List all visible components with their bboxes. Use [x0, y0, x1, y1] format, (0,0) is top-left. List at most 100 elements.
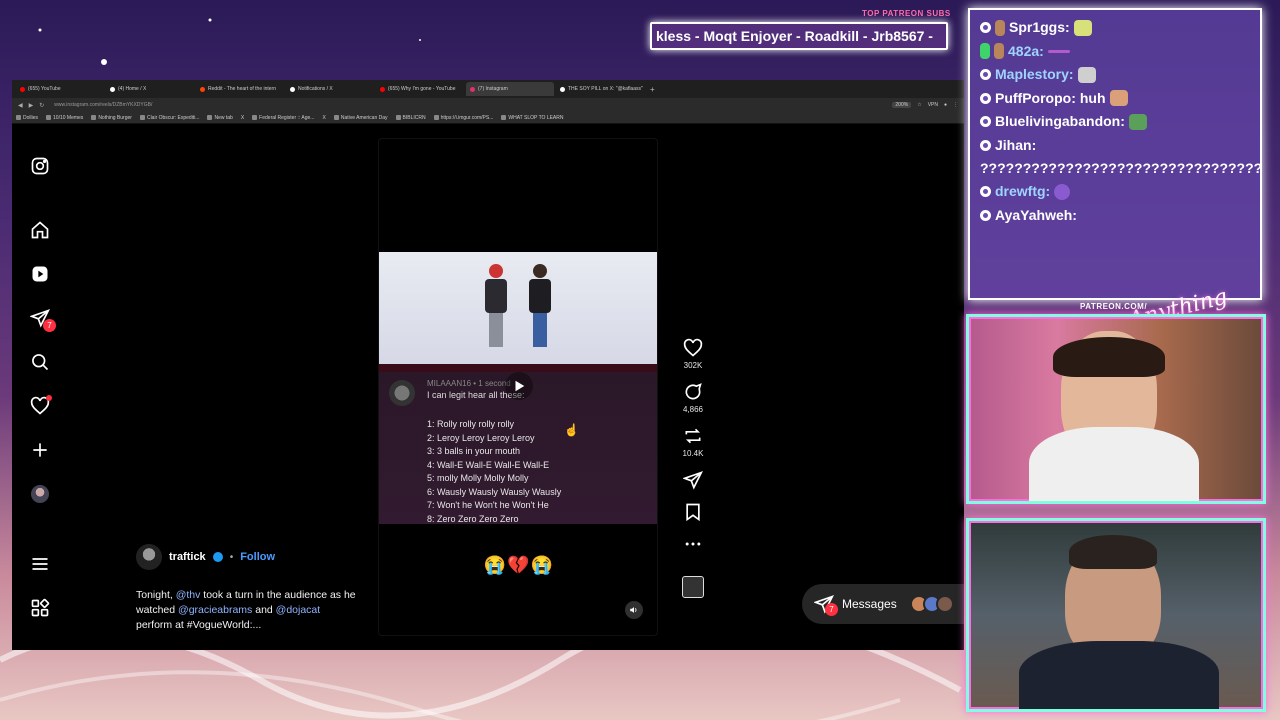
verified-badge-icon	[212, 552, 223, 562]
ticker-text: kless - Moqt Enjoyer - Roadkill - Jrb856…	[656, 28, 933, 44]
x-icon	[560, 86, 565, 92]
comment-username: MILAAAN16 • 1 second	[427, 379, 511, 388]
messages-button[interactable]: 7 Messages	[802, 584, 964, 624]
stream-chat: Spr1ggs: 482a: Maplestory: PuffPoropo: hu…	[968, 8, 1262, 300]
new-tab-button[interactable]: +	[650, 85, 655, 94]
emote-icon	[1073, 19, 1092, 36]
repost-icon	[685, 428, 701, 444]
author-username[interactable]: traftick	[169, 551, 206, 563]
chat-username: Bluelivingabandon:	[995, 113, 1125, 129]
comment-button[interactable]: 4,866	[678, 382, 708, 414]
extension-icon[interactable]: ●	[944, 102, 947, 108]
comment-list: 1: Rolly rolly rolly rolly 2: Leroy Lero…	[427, 418, 561, 526]
tab-reddit[interactable]: Reddit - The heart of the intern	[196, 82, 284, 96]
like-button[interactable]: 302K	[678, 338, 708, 370]
bookmark[interactable]: BIBLICRN	[395, 115, 426, 121]
forward-icon[interactable]: ▶	[29, 102, 34, 109]
comment-line: 2: Leroy Leroy Leroy Leroy	[427, 432, 535, 443]
more-menu-icon[interactable]	[28, 552, 52, 576]
patreon-ticker: kless - Moqt Enjoyer - Roadkill - Jrb856…	[650, 22, 948, 50]
badge-icon	[994, 43, 1004, 60]
chat-message: Bluelivingabandon:	[980, 110, 1250, 134]
share-button[interactable]	[678, 470, 708, 490]
comment-line: 7: Won't he Won't he Won't He	[427, 500, 549, 510]
reels-icon[interactable]	[28, 262, 52, 286]
more-options-button[interactable]	[678, 534, 708, 554]
bookmark[interactable]: New tab	[207, 115, 233, 121]
url-field[interactable]: www.instagram.com/reels/DZBmYKXDYGB/	[50, 100, 886, 110]
instagram-sidebar: 7	[12, 124, 68, 650]
tab-instagram[interactable]: (7) Instagram	[466, 82, 554, 96]
play-icon	[515, 380, 525, 392]
menu-icon[interactable]: ⋮	[953, 102, 958, 108]
badge-icon	[980, 43, 990, 60]
tab-x-home[interactable]: (4) Home / X	[106, 82, 194, 96]
tab-x-notifications[interactable]: Notifications / X	[286, 82, 374, 96]
bookmark[interactable]: Nothing Burger	[91, 115, 132, 121]
tab-youtube-2[interactable]: (655) Why I'm gone - YouTube	[376, 82, 464, 96]
chat-message: AyaYahweh:	[980, 204, 1250, 228]
home-icon[interactable]	[28, 218, 52, 242]
follow-button[interactable]: Follow	[240, 551, 275, 563]
mention-link[interactable]: @dojacat	[276, 604, 321, 616]
chat-username: drewftg:	[995, 183, 1051, 199]
chat-username: Maplestory:	[995, 66, 1074, 82]
bookmark[interactable]: Federal Register :: Age...	[252, 115, 314, 121]
bookmark[interactable]: X	[241, 115, 244, 121]
play-button[interactable]	[505, 372, 533, 400]
bookmark[interactable]: Clair Obscur: Expediti...	[139, 115, 199, 121]
reload-icon[interactable]: ↻	[39, 102, 44, 109]
instagram-page: 7 MILAAAN16 • 1 second I can legit hear …	[12, 124, 964, 650]
author-avatar[interactable]	[136, 544, 162, 570]
reel-video-frame	[379, 252, 657, 364]
tab-youtube[interactable]: (655) YouTube	[16, 82, 104, 96]
comment-count: 4,866	[682, 405, 704, 414]
mention-link[interactable]: @thv	[176, 589, 201, 601]
vpn-button[interactable]: VPN	[928, 102, 938, 108]
audio-thumbnail-button[interactable]	[678, 566, 708, 598]
chat-badge-icon	[980, 186, 991, 198]
chat-message: Maplestory:	[980, 63, 1250, 87]
x-icon	[290, 86, 295, 92]
chat-text: huh	[1079, 89, 1106, 106]
save-button[interactable]	[678, 502, 708, 522]
back-icon[interactable]: ◀	[18, 102, 23, 109]
bookmark[interactable]: https://i.imgur.com/PS...	[433, 115, 493, 121]
bookmark[interactable]: X	[322, 115, 325, 121]
repost-button[interactable]: 10.4K	[678, 426, 708, 458]
avatar	[31, 485, 49, 503]
bookmark[interactable]: 10/10 Memes	[46, 115, 83, 121]
comment-line: 8: Zero Zero Zero Zero	[427, 513, 519, 524]
tab-label: Notifications / X	[298, 86, 333, 92]
profile-avatar[interactable]	[28, 482, 52, 506]
star-icon[interactable]: ☆	[917, 102, 921, 108]
avatar	[935, 595, 954, 613]
heart-icon[interactable]	[28, 394, 52, 418]
chat-username: Spr1ggs:	[1009, 19, 1070, 35]
also-from-meta-icon[interactable]	[28, 596, 52, 620]
post-info: traftick • Follow Tonight, @thv took a t…	[136, 544, 356, 633]
create-icon[interactable]	[28, 438, 52, 462]
dancer-figure	[483, 264, 509, 350]
emote-icon	[1047, 49, 1070, 53]
top-patreon-subs-title: TOP PATREON SUBS	[862, 9, 951, 18]
tab-soy-pill[interactable]: THE SOY PILL on X: "@kaflaass"	[556, 82, 644, 96]
bookmark[interactable]: WHAT SLOP TO LEARN	[501, 115, 564, 121]
direct-messages-icon[interactable]: 7	[28, 306, 56, 332]
zoom-level[interactable]: 200%	[892, 102, 912, 108]
search-icon[interactable]	[28, 350, 52, 374]
guest-shirt	[1019, 641, 1219, 709]
streamer-webcam	[966, 314, 1266, 504]
repost-count: 10.4K	[682, 449, 704, 458]
post-caption: Tonight, @thv took a turn in the audienc…	[136, 589, 356, 631]
bookmark[interactable]: Dollies	[16, 115, 38, 121]
instagram-logo-icon[interactable]	[28, 154, 52, 178]
bookmark[interactable]: Native American Day	[333, 115, 388, 121]
comment-icon	[685, 383, 702, 400]
audio-toggle-button[interactable]	[625, 601, 643, 619]
notification-badge: 7	[43, 319, 56, 332]
mention-link[interactable]: @gracieabrams	[178, 604, 252, 616]
pointer-cursor-icon: ☝	[564, 423, 579, 437]
reel-video-player[interactable]: MILAAAN16 • 1 second I can legit hear al…	[378, 138, 658, 636]
comment-avatar	[389, 380, 415, 406]
